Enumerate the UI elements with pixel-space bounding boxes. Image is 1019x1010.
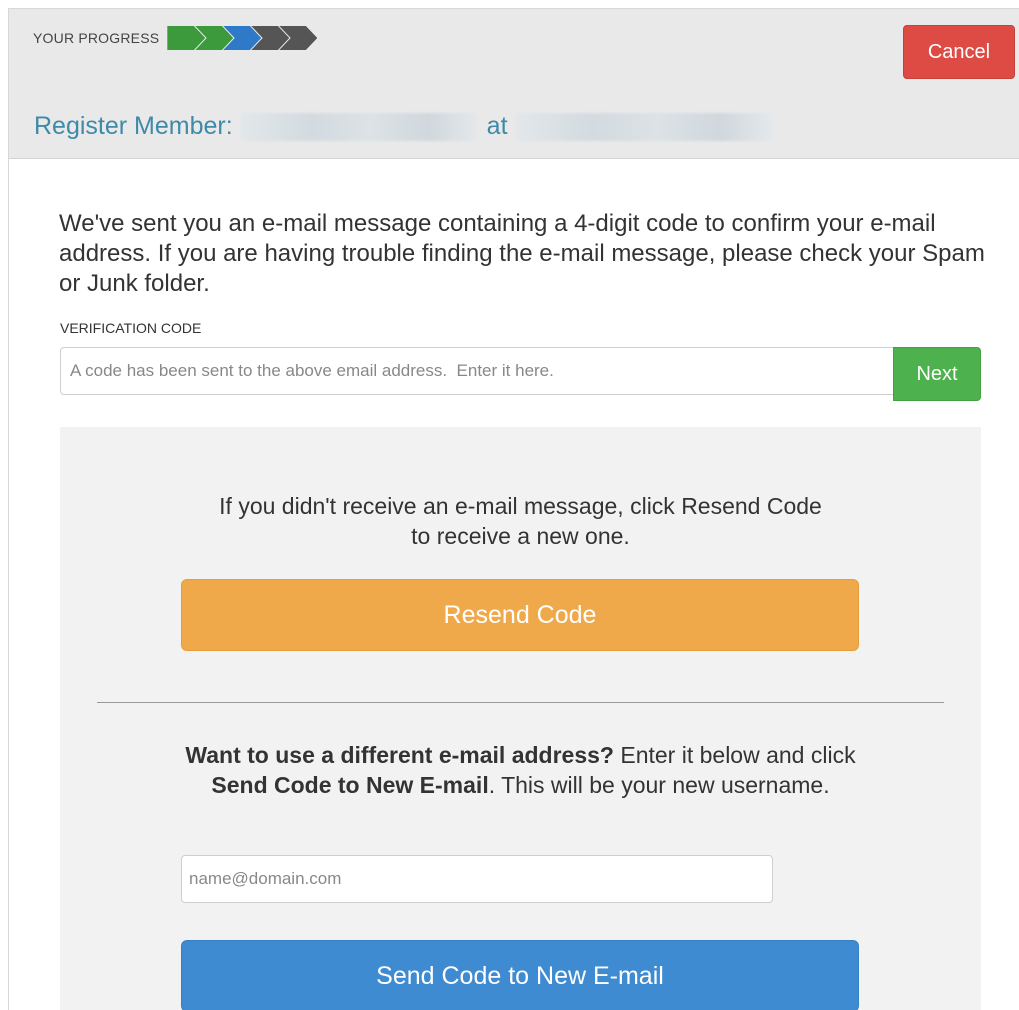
new-email-text-end: . This will be your new username. [488,772,830,799]
new-email-input[interactable] [181,855,773,903]
resend-code-button[interactable]: Resend Code [181,579,859,651]
redacted-organization-name [515,112,772,141]
new-email-action-name: Send Code to New E-mail [211,772,489,799]
verification-code-group: Next [60,347,981,401]
progress-label: YOUR PROGRESS [33,30,160,46]
resend-instructions: If you didn't receive an e-mail message,… [60,492,981,552]
page-title: Register Member: at [34,112,772,141]
progress-steps [167,26,318,50]
header-bar: YOUR PROGRESS Cancel Register Member: at [9,9,1019,159]
resend-panel: If you didn't receive an e-mail message,… [60,427,981,1010]
next-button[interactable]: Next [893,347,981,401]
progress-indicator: YOUR PROGRESS [33,26,318,50]
registration-window: YOUR PROGRESS Cancel Register Member: at… [8,8,1019,1010]
verification-code-input[interactable] [60,347,894,395]
resend-instructions-line-1: If you didn't receive an e-mail message,… [219,493,822,519]
send-code-new-email-button[interactable]: Send Code to New E-mail [181,940,859,1010]
new-email-instructions: Want to use a different e-mail address? … [160,740,881,801]
section-divider [97,702,944,703]
new-email-question: Want to use a different e-mail address? [185,742,614,768]
resend-instructions-line-2: to receive a new one. [411,522,630,549]
register-at-label: at [486,112,508,140]
redacted-member-name [240,112,477,141]
register-member-label: Register Member: [34,112,233,140]
cancel-button[interactable]: Cancel [903,25,1015,79]
confirmation-instructions: We've sent you an e-mail message contain… [59,210,985,297]
verification-code-label: VERIFICATION CODE [60,320,202,336]
new-email-text-mid: Enter it below and click [613,742,856,768]
